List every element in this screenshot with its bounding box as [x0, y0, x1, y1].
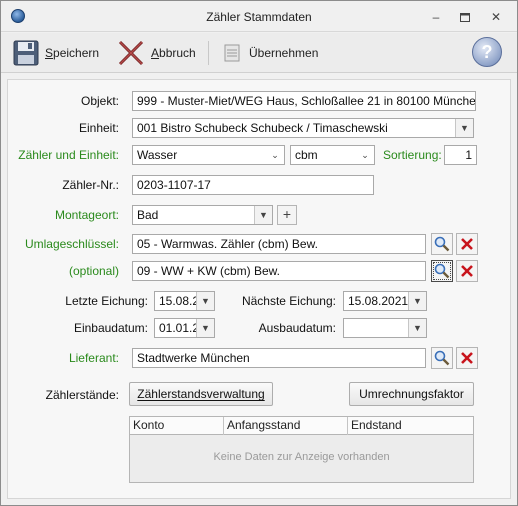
cancel-label: Abbruch — [151, 46, 196, 60]
chevron-down-icon[interactable]: ▼ — [196, 292, 214, 310]
naechste-eichung-label: Nächste Eichung: — [241, 294, 336, 308]
grid-header: Konto Anfangsstand Endstand — [130, 417, 473, 435]
grid-empty-message: Keine Daten zur Anzeige vorhanden — [213, 451, 390, 463]
column-header-endstand[interactable]: Endstand — [348, 417, 473, 435]
cancel-x-icon — [118, 40, 144, 66]
apply-icon — [224, 44, 240, 62]
montageort-label: Montageort: — [54, 208, 119, 222]
chevron-down-icon[interactable]: ▼ — [455, 119, 473, 137]
einbaudatum-date[interactable]: 01.01.2009 ▼ — [154, 318, 215, 338]
einheit-label: Einheit: — [78, 121, 119, 135]
delete-x-icon — [461, 238, 473, 250]
form-panel: Objekt: 999 - Muster-Miet/WEG Haus, Schl… — [7, 79, 511, 499]
zaehler-unit-value: cbm — [295, 148, 318, 162]
chevron-down-icon[interactable]: ▼ — [196, 319, 214, 337]
objekt-field[interactable]: 999 - Muster-Miet/WEG Haus, Schloßallee … — [132, 91, 476, 111]
apply-label: Übernehmen — [249, 46, 319, 60]
umrechnungsfaktor-button[interactable]: Umrechnungsfaktor — [349, 382, 474, 406]
zaehlerstandsverwaltung-button[interactable]: Zählerstandsverwaltung — [129, 382, 273, 406]
objekt-label: Objekt: — [80, 94, 119, 108]
lieferant-search-button[interactable] — [431, 347, 453, 369]
chevron-down-icon[interactable]: ▼ — [408, 292, 426, 310]
zaehler-unit-combo[interactable]: cbm ⌄ — [290, 145, 375, 165]
optional-delete-button[interactable] — [456, 260, 478, 282]
chevron-down-icon[interactable]: ⌄ — [266, 146, 284, 164]
naechste-eichung-value: 15.08.2021 — [348, 294, 409, 308]
title-bar: Zähler Stammdaten – ✕ — [1, 1, 517, 32]
chevron-down-icon[interactable]: ⌄ — [356, 146, 374, 164]
letzte-eichung-label: Letzte Eichung: — [65, 294, 148, 308]
zaehler-nr-label: Zähler-Nr.: — [62, 178, 119, 192]
zaehlerstandsverwaltung-label: Zählerstandsverwaltung — [137, 387, 265, 401]
umlageschluessel-delete-button[interactable] — [456, 233, 478, 255]
letzte-eichung-date[interactable]: 15.08.2016 ▼ — [154, 291, 215, 311]
floppy-disk-icon — [13, 40, 39, 66]
save-label: Speichern — [45, 46, 100, 60]
add-montageort-button[interactable]: + — [277, 205, 297, 225]
lieferant-label: Lieferant: — [68, 351, 119, 365]
zaehlerstaende-label: Zählerstände: — [45, 388, 119, 402]
optional-field[interactable]: 09 - WW + KW (cbm) Bew. — [132, 261, 426, 281]
einbaudatum-label: Einbaudatum: — [73, 321, 148, 335]
toolbar: Speichern Abbruch Übernehmen ? — [1, 33, 517, 73]
zaehler-type-value: Wasser — [137, 148, 178, 162]
naechste-eichung-date[interactable]: 15.08.2021 ▼ — [343, 291, 427, 311]
maximize-button[interactable] — [457, 10, 473, 24]
close-button[interactable]: ✕ — [488, 10, 504, 24]
umlageschluessel-search-button[interactable] — [431, 233, 453, 255]
chevron-down-icon[interactable]: ▼ — [408, 319, 426, 337]
chevron-down-icon[interactable]: ▼ — [254, 206, 272, 224]
sortierung-field[interactable]: 1 — [444, 145, 477, 165]
lieferant-delete-button[interactable] — [456, 347, 478, 369]
montageort-combo[interactable]: Bad ▼ — [132, 205, 273, 225]
montageort-value: Bad — [137, 208, 159, 222]
help-icon: ? — [481, 41, 493, 62]
zaehlerstaende-grid[interactable]: Konto Anfangsstand Endstand Keine Daten … — [129, 416, 474, 483]
meter-master-data-window: Zähler Stammdaten – ✕ Speichern Abbruch … — [0, 0, 518, 506]
zaehler-einheit-label: Zähler und Einheit: — [18, 148, 119, 162]
magnifier-icon — [434, 350, 450, 366]
ausbaudatum-date[interactable]: ▼ — [343, 318, 427, 338]
lieferant-field[interactable]: Stadtwerke München — [132, 348, 426, 368]
sortierung-label: Sortierung: — [383, 148, 442, 162]
optional-search-button[interactable] — [431, 260, 453, 282]
einheit-combo[interactable]: 001 Bistro Schubeck Schubeck / Timaschew… — [132, 118, 474, 138]
zaehler-type-combo[interactable]: Wasser ⌄ — [132, 145, 285, 165]
magnifier-icon — [434, 263, 450, 279]
umlageschluessel-field[interactable]: 05 - Warmwas. Zähler (cbm) Bew. — [132, 234, 426, 254]
magnifier-icon — [434, 236, 450, 252]
column-header-konto[interactable]: Konto — [130, 417, 224, 435]
delete-x-icon — [461, 265, 473, 277]
help-button[interactable]: ? — [472, 37, 502, 67]
column-header-anfangsstand[interactable]: Anfangsstand — [224, 417, 348, 435]
apply-button[interactable]: Übernehmen — [221, 37, 318, 69]
delete-x-icon — [461, 352, 473, 364]
ausbaudatum-label: Ausbaudatum: — [258, 321, 336, 335]
minimize-button[interactable]: – — [428, 10, 444, 24]
maximize-icon — [460, 12, 470, 22]
umlageschluessel-label: Umlageschlüssel: — [24, 237, 119, 251]
zaehler-nr-field[interactable]: 0203-1107-17 — [132, 175, 374, 195]
einheit-value: 001 Bistro Schubeck Schubeck / Timaschew… — [137, 121, 388, 135]
cancel-button[interactable]: Abbruch — [117, 37, 196, 69]
optional-label: (optional) — [68, 264, 119, 278]
toolbar-separator — [208, 41, 209, 65]
save-button[interactable]: Speichern — [13, 37, 99, 69]
